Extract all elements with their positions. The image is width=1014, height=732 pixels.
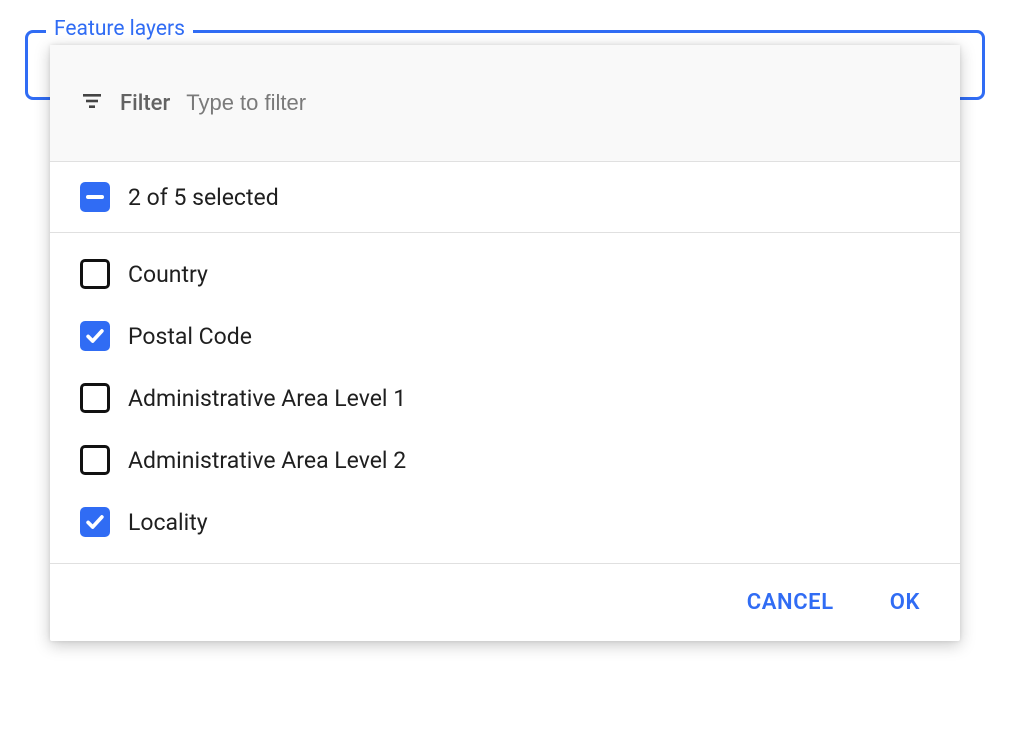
field-legend: Feature layers xyxy=(46,17,193,41)
cancel-button[interactable]: CANCEL xyxy=(747,590,834,615)
options-list: Country Postal Code Administrative Area Le… xyxy=(50,233,960,564)
checkbox-unchecked-icon xyxy=(80,383,110,413)
filter-icon xyxy=(80,89,104,117)
option-row[interactable]: Administrative Area Level 2 xyxy=(50,429,960,491)
ok-button[interactable]: OK xyxy=(890,590,920,615)
option-row[interactable]: Postal Code xyxy=(50,305,960,367)
feature-layers-dropdown: Filter 2 of 5 selected Country Postal Cod… xyxy=(50,45,960,641)
checkbox-unchecked-icon xyxy=(80,259,110,289)
option-label: Locality xyxy=(128,509,208,536)
filter-bar: Filter xyxy=(50,45,960,162)
option-row[interactable]: Administrative Area Level 1 xyxy=(50,367,960,429)
option-row[interactable]: Locality xyxy=(50,491,960,553)
actions-row: CANCEL OK xyxy=(50,564,960,641)
option-label: Administrative Area Level 2 xyxy=(128,447,406,474)
option-label: Country xyxy=(128,261,208,288)
checkbox-unchecked-icon xyxy=(80,445,110,475)
select-all-row[interactable]: 2 of 5 selected xyxy=(50,162,960,233)
option-label: Administrative Area Level 1 xyxy=(128,385,406,412)
option-label: Postal Code xyxy=(128,323,252,350)
option-row[interactable]: Country xyxy=(50,243,960,305)
selection-summary: 2 of 5 selected xyxy=(128,184,279,211)
checkbox-indeterminate-icon xyxy=(80,182,110,212)
checkbox-checked-icon xyxy=(80,321,110,351)
filter-label: Filter xyxy=(120,91,170,116)
filter-input[interactable] xyxy=(186,90,930,116)
checkbox-checked-icon xyxy=(80,507,110,537)
